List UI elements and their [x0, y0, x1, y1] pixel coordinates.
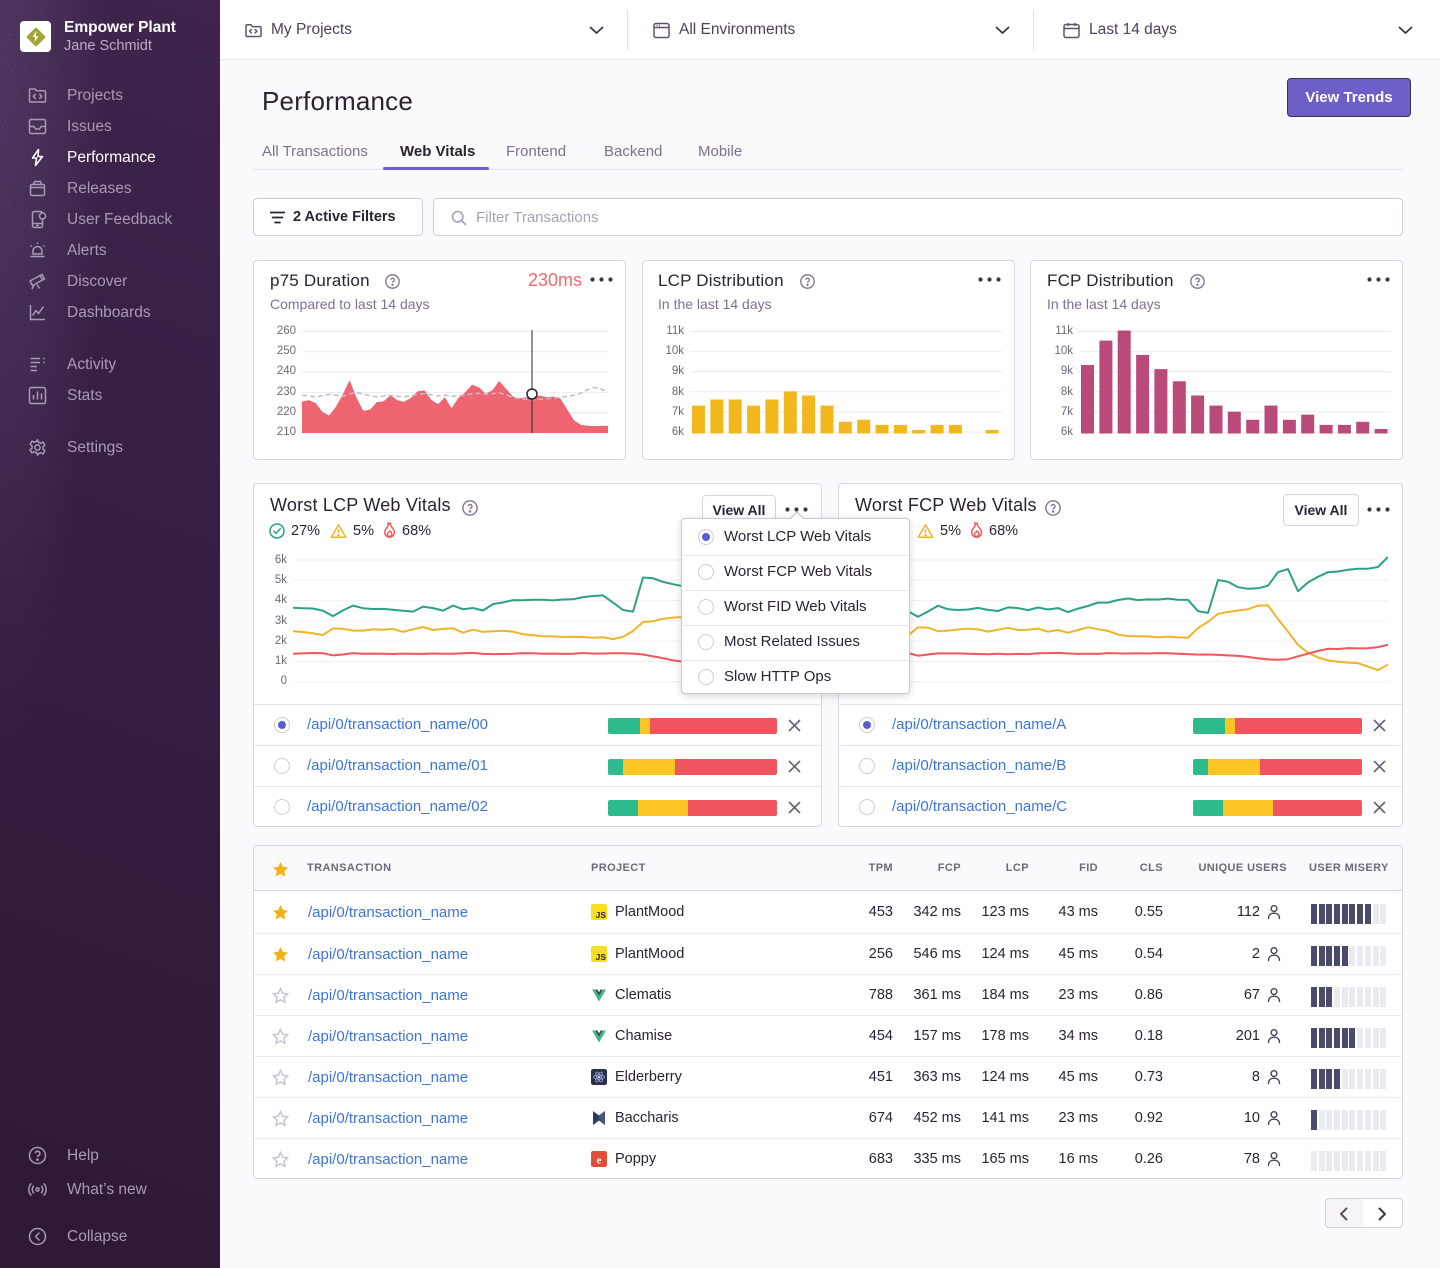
svg-text:e: e: [597, 1155, 602, 1167]
svg-text:JS: JS: [596, 910, 607, 920]
svg-text:JS: JS: [596, 952, 607, 962]
